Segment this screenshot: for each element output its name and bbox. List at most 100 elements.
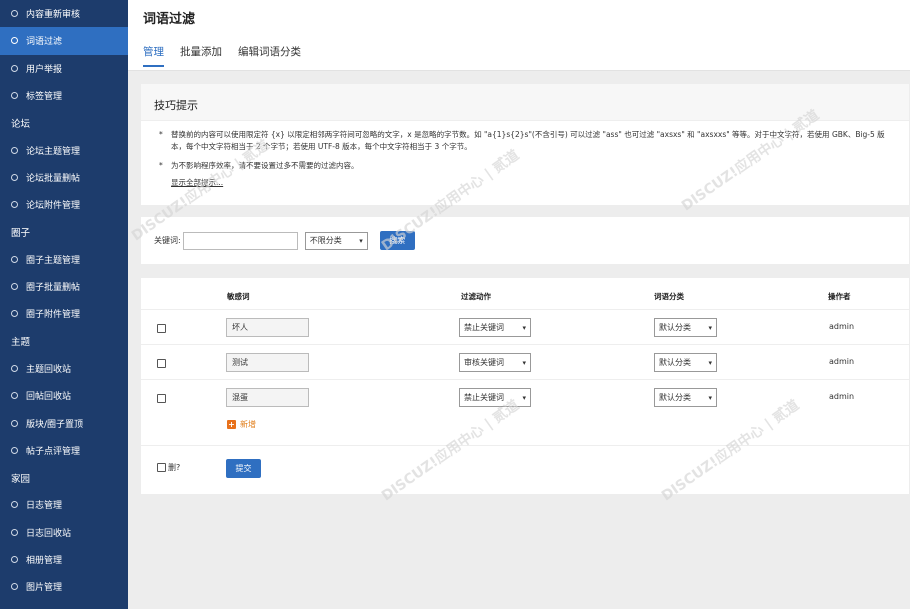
- category-filter-select[interactable]: 不限分类 ▾: [304, 231, 368, 250]
- tip-text-1: 替换前的内容可以使用限定符 {x} 以限定相邻两字符间可忽略的文字，x 是忽略的…: [171, 130, 885, 151]
- sidebar-item-label: 标签管理: [26, 92, 63, 103]
- circle-bullet-icon: [11, 146, 18, 154]
- tab-manage[interactable]: 管理: [143, 44, 164, 67]
- sidebar-item[interactable]: 回帖回收站: [0, 382, 128, 409]
- sidebar-item[interactable]: 论坛批量删帖: [0, 164, 128, 191]
- sidebar-item[interactable]: 论坛附件管理: [0, 191, 128, 218]
- sidebar-group-label: 圈子: [11, 228, 31, 240]
- circle-bullet-icon: [11, 556, 18, 564]
- delete-label: 删?: [168, 463, 181, 472]
- circle-bullet-icon: [11, 583, 18, 591]
- main-content: 词语过滤 管理 批量添加 编辑词语分类 技巧提示 * 替换前的内容可以使用限定符 …: [128, 0, 910, 609]
- search-button[interactable]: 搜索: [379, 231, 415, 250]
- operator-name: admin: [829, 357, 855, 366]
- sidebar-item[interactable]: 圈子主题管理: [0, 246, 128, 273]
- star-icon: *: [159, 161, 163, 170]
- circle-bullet-icon: [11, 201, 18, 209]
- sidebar-item-label: 日志回收站: [26, 528, 72, 539]
- sidebar-item[interactable]: 内容重新审核: [0, 0, 128, 27]
- delete-all-checkbox[interactable]: [157, 463, 166, 472]
- action-select[interactable]: 审核关键词 ▾: [459, 353, 531, 372]
- sidebar-item[interactable]: 主题回收站: [0, 355, 128, 382]
- sidebar-group-label: 家园: [11, 473, 31, 485]
- show-all-tips-link[interactable]: 显示全部提示...: [171, 177, 223, 188]
- chevron-down-icon: ▾: [522, 323, 526, 332]
- circle-bullet-icon: [11, 365, 18, 372]
- sidebar-item[interactable]: 图片管理: [0, 573, 128, 600]
- tab-edit-category[interactable]: 编辑词语分类: [238, 44, 301, 67]
- circle-bullet-icon: [11, 92, 18, 100]
- sidebar-item[interactable]: 标签管理: [0, 82, 128, 109]
- submit-button[interactable]: 提交: [226, 459, 261, 478]
- tip-line-2: * 为不影响程序效率，请不要设置过多不需要的过滤内容。: [155, 160, 895, 172]
- sidebar-item-label: 图片管理: [26, 583, 63, 594]
- sidebar-item-label: 圈子附件管理: [26, 310, 81, 321]
- chevron-down-icon: ▾: [708, 323, 712, 332]
- sidebar-item-label: 词语过滤: [26, 37, 63, 48]
- table-footer: 删? 提交: [141, 445, 909, 485]
- sidebar-item[interactable]: 词语过滤: [0, 27, 128, 55]
- chevron-down-icon: ▾: [359, 236, 363, 245]
- word-input[interactable]: 测试: [226, 353, 309, 372]
- circle-bullet-icon: [11, 10, 18, 18]
- keyword-label: 关键词:: [154, 236, 181, 245]
- action-select[interactable]: 禁止关键词 ▾: [459, 318, 531, 337]
- word-input[interactable]: 坏人: [226, 318, 309, 337]
- sidebar-item[interactable]: 圈子批量删帖: [0, 273, 128, 300]
- category-select[interactable]: 默认分类 ▾: [654, 388, 717, 407]
- table-row: 混蛋 禁止关键词 ▾ 默认分类 ▾ admin: [141, 379, 909, 414]
- sidebar-item[interactable]: 圈子附件管理: [0, 300, 128, 327]
- sidebar-item[interactable]: 用户举报: [0, 55, 128, 82]
- keyword-input[interactable]: [182, 231, 298, 250]
- circle-bullet-icon: [11, 501, 18, 509]
- table-header: 敏感词 过滤动作 词语分类 操作者: [141, 287, 909, 309]
- sidebar-item-label: 论坛主题管理: [26, 146, 81, 157]
- action-value: 禁止关键词: [464, 393, 504, 402]
- operator-name: admin: [829, 322, 855, 331]
- sidebar-group-label: 主题: [11, 337, 31, 349]
- circle-bullet-icon: [11, 283, 18, 291]
- plus-icon: +: [227, 420, 236, 429]
- sidebar-item-label: 用户举报: [26, 64, 63, 75]
- table-row: 测试 审核关键词 ▾ 默认分类 ▾ admin: [141, 344, 909, 379]
- operator-name: admin: [829, 392, 855, 401]
- sidebar-item[interactable]: 帖子点评管理: [0, 437, 128, 464]
- tab-batch-add[interactable]: 批量添加: [180, 44, 222, 67]
- circle-bullet-icon: [11, 255, 18, 263]
- sidebar-item[interactable]: 相册管理: [0, 546, 128, 573]
- circle-bullet-icon: [11, 392, 18, 400]
- sidebar-item[interactable]: 版块/圈子置顶: [0, 409, 128, 436]
- sidebar-item[interactable]: 日志回收站: [0, 519, 128, 546]
- word-input[interactable]: 混蛋: [226, 388, 309, 407]
- sidebar-item-label: 主题回收站: [26, 365, 72, 375]
- tab-bar: 管理 批量添加 编辑词语分类: [143, 44, 317, 67]
- sidebar-item-label: 圈子批量删帖: [26, 283, 81, 294]
- action-select[interactable]: 禁止关键词 ▾: [459, 388, 531, 407]
- header-action: 过滤动作: [461, 292, 491, 301]
- category-select[interactable]: 默认分类 ▾: [654, 318, 717, 337]
- chevron-down-icon: ▾: [522, 393, 526, 402]
- chevron-down-icon: ▾: [708, 358, 712, 367]
- category-select[interactable]: 默认分类 ▾: [654, 353, 717, 372]
- sidebar-item-label: 回帖回收站: [26, 392, 72, 403]
- header-operator: 操作者: [828, 292, 851, 301]
- action-value: 禁止关键词: [464, 323, 504, 332]
- action-value: 审核关键词: [464, 358, 504, 367]
- sidebar-item[interactable]: 日志管理: [0, 491, 128, 518]
- chevron-down-icon: ▾: [522, 358, 526, 367]
- add-word-button[interactable]: + 新增: [227, 419, 256, 430]
- sidebar-item-label: 论坛批量删帖: [26, 173, 81, 184]
- circle-bullet-icon: [11, 528, 18, 536]
- row-checkbox[interactable]: [157, 394, 166, 403]
- circle-bullet-icon: [11, 310, 18, 318]
- word-table: 敏感词 过滤动作 词语分类 操作者 坏人 禁止关键词 ▾ 默认分类 ▾ admin 测试 审核…: [141, 278, 909, 494]
- sidebar-item-label: 版块/圈子置顶: [26, 419, 84, 430]
- category-value: 默认分类: [659, 323, 691, 332]
- row-checkbox[interactable]: [157, 359, 166, 368]
- row-checkbox[interactable]: [157, 324, 166, 333]
- table-row: 坏人 禁止关键词 ▾ 默认分类 ▾ admin: [141, 309, 909, 344]
- sidebar-item[interactable]: 论坛主题管理: [0, 136, 128, 163]
- sidebar: 内容重新审核 词语过滤 用户举报 标签管理 论坛 论坛主题管理 论坛批量删帖 论坛附件管理 圈子…: [0, 0, 128, 609]
- search-panel: 关键词: 不限分类 ▾ 搜索: [141, 217, 909, 264]
- tips-title: 技巧提示: [141, 84, 909, 121]
